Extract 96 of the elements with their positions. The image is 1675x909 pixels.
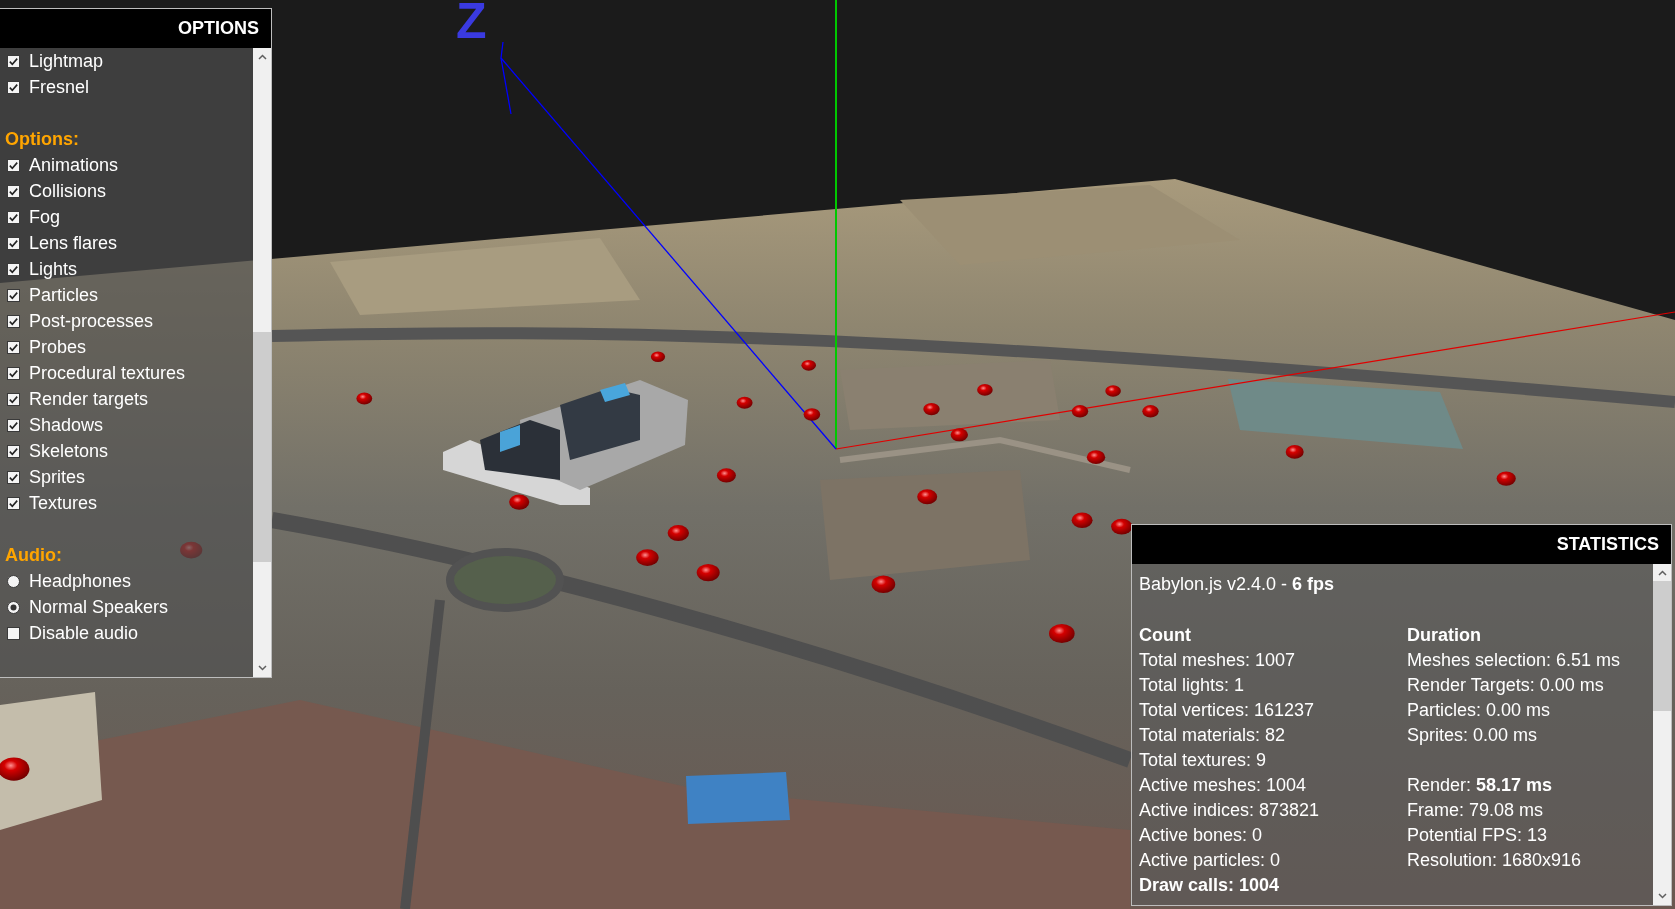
checkbox-label: Skeletons [29,440,109,463]
scrollbar-thumb[interactable] [1653,581,1671,711]
stat-line: Potential FPS: 13 [1407,824,1548,847]
checkbox-label: Lens flares [29,232,118,255]
checkbox-label: Render targets [29,388,149,411]
sphere-marker-icon [356,392,373,405]
checkbox-label: Collisions [29,180,107,203]
stat-line: Frame: 79.08 ms [1407,799,1544,822]
stat-line: Active indices: 873821 [1139,799,1320,822]
scroll-down-icon[interactable] [257,665,267,671]
panel-header: STATISTICS [1132,525,1671,564]
stat-line: Total lights: 1 [1139,674,1245,697]
sphere-marker-icon [1496,471,1516,486]
sphere-marker-icon [801,359,816,371]
checkbox-label: Fog [29,206,61,229]
stat-line: Render: 58.17 ms [1407,774,1553,797]
engine-summary: Babylon.js v2.4.0 - 6 fps [1139,573,1335,596]
stat-line: Meshes selection: 6.51 ms [1407,649,1621,672]
stat-line: Draw calls: 1004 [1139,874,1280,897]
section-heading: Options: [4,128,79,151]
checkbox[interactable] [7,158,20,172]
checkbox-label: Animations [29,154,119,177]
section-heading: Audio: [4,544,62,567]
sphere-marker-icon [650,351,666,363]
scroll-down-icon[interactable] [1657,893,1667,899]
checkbox[interactable] [7,210,20,224]
sphere-marker-icon [716,468,736,483]
checkbox[interactable] [7,54,20,68]
checkbox-label: Disable audio [29,622,139,645]
sphere-marker-icon [1071,512,1093,528]
checkbox[interactable] [7,184,20,198]
sphere-marker-icon [1285,445,1304,459]
checkbox[interactable] [7,496,20,510]
sphere-marker-icon [803,408,821,421]
checkbox-label: Textures [29,492,98,515]
checkbox-label: Sprites [29,466,86,489]
scrollbar-thumb[interactable] [253,332,271,562]
checkbox[interactable] [7,288,20,302]
checkbox-label: Procedural textures [29,362,186,385]
stat-line: Render Targets: 0.00 ms [1407,674,1604,697]
stat-line: Resolution: 1680x916 [1407,849,1582,872]
stat-line: Active meshes: 1004 [1139,774,1307,797]
checkbox[interactable] [7,340,20,354]
sphere-marker-icon [923,403,940,416]
checkbox[interactable] [7,314,20,328]
stat-line: Active particles: 0 [1139,849,1281,872]
checkbox[interactable] [7,366,20,380]
radio-label: Headphones [29,570,132,593]
panel-header: OPTIONS [0,9,271,48]
checkbox[interactable] [7,80,20,94]
column-heading: Count [1139,624,1191,647]
scrollbar[interactable] [1653,564,1671,905]
sphere-marker-icon [1105,385,1121,397]
scrollbar[interactable] [253,48,271,677]
checkbox-label: Lightmap [29,50,104,73]
sphere-marker-icon [1049,623,1075,644]
stat-line: Particles: 0.00 ms [1407,699,1551,722]
column-heading: Duration [1407,624,1481,647]
checkbox-label: Particles [29,284,99,307]
checkbox-label: Post-processes [29,310,154,333]
checkbox[interactable] [7,470,20,484]
stat-line: Total meshes: 1007 [1139,649,1296,672]
checkbox-label: Shadows [29,414,104,437]
sphere-marker-icon [636,549,659,566]
checkbox-label: Lights [29,258,78,281]
checkbox[interactable] [7,444,20,458]
stat-line: Total materials: 82 [1139,724,1286,747]
sphere-marker-icon [1086,450,1106,465]
stat-line: Active bones: 0 [1139,824,1263,847]
scroll-up-icon[interactable] [257,54,267,60]
scroll-up-icon[interactable] [1657,570,1667,576]
axis-label: Z [456,3,487,41]
stat-line: Total vertices: 161237 [1139,699,1315,722]
checkbox-label: Probes [29,336,87,359]
stat-line: Total textures: 9 [1139,749,1267,772]
checkbox[interactable] [7,626,20,640]
sphere-marker-icon [1071,405,1089,418]
sphere-marker-icon [667,525,689,542]
sphere-marker-icon [0,757,30,781]
sphere-marker-icon [917,489,938,505]
sphere-marker-icon [180,541,203,559]
checkbox[interactable] [7,392,20,406]
sphere-marker-icon [977,384,993,396]
checkbox-label: Fresnel [29,76,90,99]
sphere-marker-icon [871,575,896,594]
checkbox[interactable] [7,236,20,250]
checkbox[interactable] [7,262,20,276]
sphere-marker-icon [1111,518,1133,535]
sphere-marker-icon [736,396,753,409]
checkbox[interactable] [7,418,20,432]
sphere-marker-icon [950,428,968,442]
radio-label: Normal Speakers [29,596,169,619]
sphere-marker-icon [1142,405,1159,418]
sphere-marker-icon [696,564,720,582]
sphere-marker-icon [509,494,530,510]
stat-line: Sprites: 0.00 ms [1407,724,1538,747]
